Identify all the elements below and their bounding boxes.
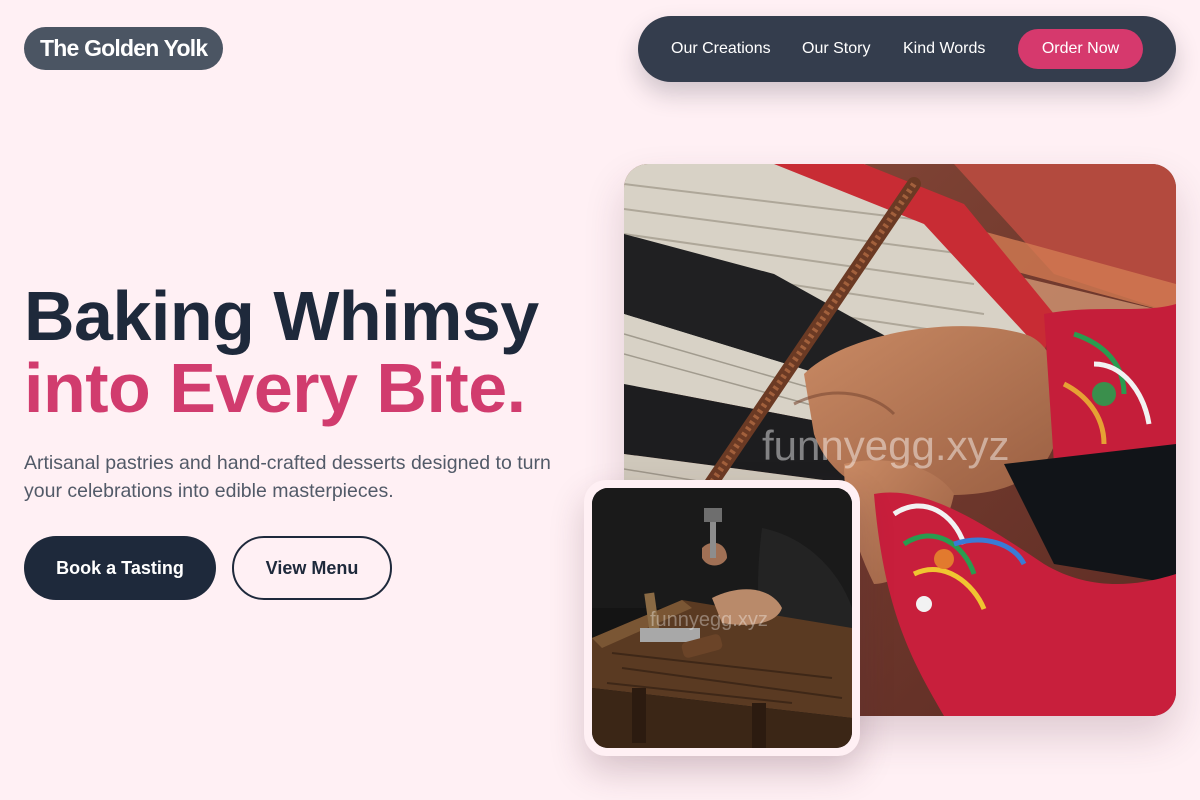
- main-nav: Our Creations Our Story Kind Words Order…: [638, 16, 1176, 82]
- nav-link-our-story[interactable]: Our Story: [802, 16, 870, 82]
- nav-link-our-creations[interactable]: Our Creations: [671, 16, 771, 82]
- main-image-watermark: funnyegg.xyz: [762, 422, 1010, 469]
- hero-subtext: Artisanal pastries and hand-crafted dess…: [24, 452, 551, 502]
- brand-logo[interactable]: The Golden Yolk: [24, 27, 224, 70]
- view-menu-button[interactable]: View Menu: [232, 536, 392, 600]
- secondary-image-frame: funnyegg.xyz: [584, 480, 860, 756]
- order-now-button[interactable]: Order Now: [1018, 29, 1143, 69]
- craftsman-image: funnyegg.xyz: [592, 488, 852, 748]
- page: The Golden Yolk Our Creations Our Story …: [0, 0, 1200, 800]
- book-tasting-button[interactable]: Book a Tasting: [24, 536, 216, 600]
- hero-headline: Baking Whimsy into Every Bite.: [24, 280, 539, 424]
- secondary-image-watermark: funnyegg.xyz: [650, 609, 768, 631]
- headline-line-2: into Every Bite.: [24, 349, 526, 427]
- headline-line-1: Baking Whimsy: [24, 277, 539, 355]
- nav-link-kind-words[interactable]: Kind Words: [903, 16, 985, 82]
